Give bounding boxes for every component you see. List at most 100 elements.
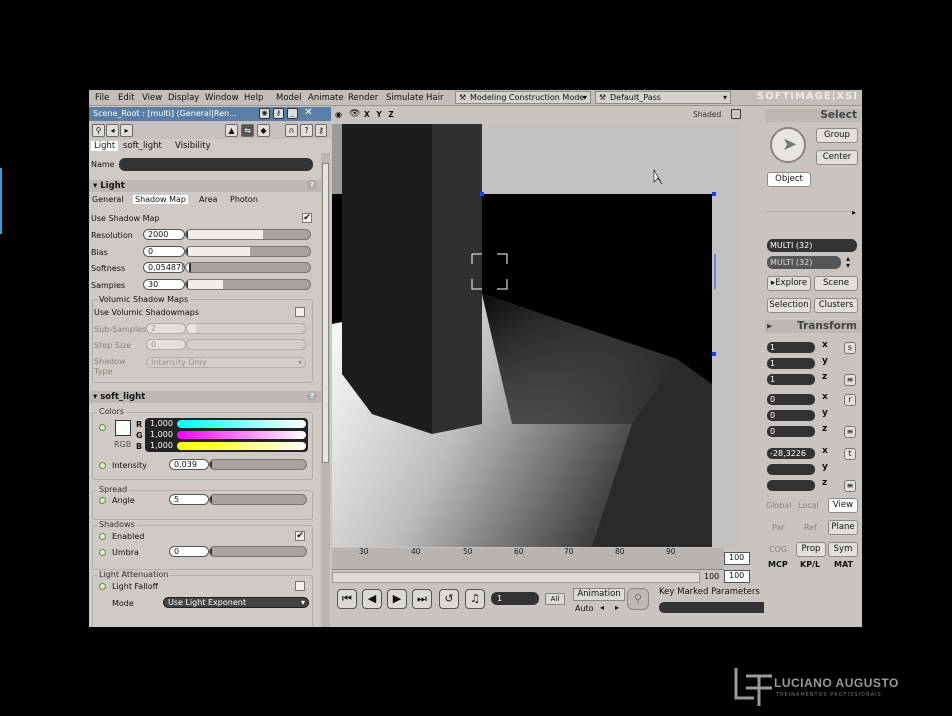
animation-dot-icon[interactable] — [99, 549, 106, 556]
plane-button[interactable]: Plane — [828, 520, 858, 535]
menu-display[interactable]: Display — [168, 93, 199, 103]
color-swatch[interactable] — [115, 420, 131, 436]
kpl-tab[interactable]: KP/L — [800, 560, 820, 569]
menu-window[interactable]: Window — [205, 93, 239, 103]
question-icon[interactable]: ? — [300, 124, 313, 137]
prop-button[interactable]: Prop — [796, 542, 826, 557]
scrollbar-thumb[interactable] — [322, 163, 329, 463]
translate-menu-icon[interactable]: ≡ — [844, 480, 856, 492]
camera-icon[interactable]: ◉ — [335, 110, 342, 119]
select-arrow-button[interactable]: ➤ — [770, 127, 806, 163]
global-button[interactable]: Global — [766, 501, 792, 510]
forward-arrow-icon[interactable]: ▸ — [120, 124, 133, 137]
help-icon[interactable]: ? — [307, 391, 317, 401]
menu-file[interactable]: File — [95, 93, 109, 103]
mcp-tab[interactable]: MCP — [768, 560, 788, 569]
subtab-photon[interactable]: Photon — [230, 195, 258, 204]
tab-soft-light[interactable]: soft_light — [123, 141, 162, 151]
rotate-y-field[interactable]: 0 — [767, 410, 815, 421]
axis-z-label[interactable]: z — [822, 424, 827, 434]
r-input[interactable]: 1,000 — [146, 419, 176, 429]
softness-input[interactable]: 0,054878 — [143, 262, 185, 273]
light-section-header[interactable]: ▾ Light ? — [89, 180, 321, 192]
enabled-checkbox[interactable]: ✔ — [295, 531, 305, 541]
axis-z-label[interactable]: z — [822, 372, 827, 382]
shadow-type-dropdown[interactable]: Intensity Only ▾ — [146, 357, 306, 368]
pass-dropdown[interactable]: ⚒ Default_Pass ▾ — [595, 91, 731, 104]
g-input[interactable]: 1,000 — [146, 430, 176, 440]
center-button[interactable]: Center — [816, 150, 858, 165]
subtab-area[interactable]: Area — [199, 195, 217, 204]
menu-view[interactable]: View — [142, 93, 162, 103]
subsamples-input[interactable]: 2 — [146, 323, 186, 334]
scale-menu-icon[interactable]: ≡ — [844, 374, 856, 386]
stepsize-slider[interactable] — [186, 339, 306, 350]
par-button[interactable]: Par — [772, 523, 785, 532]
mat-tab[interactable]: MAT — [834, 560, 853, 569]
back-arrow-icon[interactable]: ◂ — [106, 124, 119, 137]
prev-frame-icon[interactable]: ◀ — [362, 589, 382, 609]
b-slider[interactable] — [177, 442, 306, 450]
play-icon[interactable]: ▶ — [387, 589, 407, 609]
axis-x-label[interactable]: x — [822, 340, 828, 350]
translate-z-field[interactable] — [767, 480, 815, 491]
umbra-input[interactable]: 0 — [169, 546, 209, 557]
scale-y-field[interactable]: 1 — [767, 358, 815, 369]
clusters-button[interactable]: Clusters — [814, 298, 858, 313]
audio-icon[interactable]: ♫ — [465, 589, 485, 609]
name-field[interactable] — [119, 158, 313, 171]
b-input[interactable]: 1,000 — [146, 441, 176, 451]
cog-button[interactable]: COG — [769, 545, 787, 554]
maximize-icon[interactable] — [731, 109, 741, 119]
updown-arrows-icon[interactable]: ▴ ▾ — [846, 255, 850, 270]
tab-light[interactable]: Light — [91, 141, 119, 151]
scale-s-icon[interactable]: s — [844, 342, 856, 354]
range-slider[interactable] — [332, 572, 700, 583]
light-falloff-checkbox[interactable] — [295, 581, 305, 591]
construction-mode-dropdown[interactable]: ⚒ Modeling Construction Mode ▾ — [455, 91, 591, 104]
angle-input[interactable]: 5 — [169, 494, 209, 505]
view-button[interactable]: View — [828, 498, 858, 513]
axis-x-label[interactable]: x — [822, 392, 828, 402]
keyable-lock-icon[interactable]: ⚷ — [315, 124, 327, 137]
animation-dot-icon[interactable] — [99, 497, 106, 504]
animation-dot-icon[interactable] — [99, 424, 106, 431]
tab-visibility[interactable]: Visibility — [175, 141, 211, 151]
menu-render[interactable]: Render — [348, 93, 378, 103]
key-icon[interactable]: ⚲ — [627, 588, 649, 610]
bias-input[interactable]: 0 — [143, 246, 185, 257]
soft-light-section-header[interactable]: ▾ soft_light ? — [89, 391, 321, 403]
resolution-input[interactable]: 2000 — [143, 229, 185, 240]
animation-dot-icon[interactable] — [99, 583, 106, 590]
recycle-icon[interactable]: ▲ — [225, 124, 238, 137]
sym-button[interactable]: Sym — [828, 542, 858, 557]
eye-icon[interactable]: 👁 — [349, 109, 360, 119]
intensity-slider[interactable] — [209, 459, 307, 470]
key-marked-label[interactable]: Key Marked Parameters — [659, 587, 760, 597]
r-slider[interactable] — [177, 420, 306, 428]
subtab-general[interactable]: General — [92, 195, 124, 204]
lock-icon[interactable]: ⚷ — [273, 108, 284, 119]
search-icon[interactable]: ⚲ — [92, 124, 105, 137]
samples-slider[interactable] — [185, 279, 311, 290]
intensity-input[interactable]: 0,039 — [169, 459, 209, 470]
3d-viewport[interactable]: ◉ 👁 X Y Z Shaded — [332, 107, 754, 547]
ref-button[interactable]: Ref — [804, 523, 817, 532]
last-frame-icon[interactable]: ⏭ — [412, 589, 432, 609]
end-frame-input-2[interactable]: 100 — [724, 570, 750, 583]
menu-model[interactable]: Model — [276, 93, 302, 103]
loop-icon[interactable]: ↺ — [439, 589, 459, 609]
help-icon[interactable]: ? — [307, 180, 317, 190]
scale-z-field[interactable]: 1 — [767, 374, 815, 385]
rotate-menu-icon[interactable]: ≡ — [844, 426, 856, 438]
axis-y-label[interactable]: y — [822, 356, 828, 366]
current-frame-input[interactable]: 1 — [491, 592, 539, 605]
minimize-icon[interactable]: _ — [287, 108, 298, 119]
display-mode-label[interactable]: Shaded — [693, 110, 721, 119]
local-button[interactable]: Local — [798, 501, 819, 510]
stepsize-input[interactable]: 0 — [146, 339, 186, 350]
subsamples-slider[interactable] — [186, 323, 306, 334]
axis-y-label[interactable]: y — [822, 462, 828, 472]
selection-button[interactable]: Selection — [767, 298, 811, 313]
explore-button[interactable]: ▸Explore — [767, 276, 811, 291]
